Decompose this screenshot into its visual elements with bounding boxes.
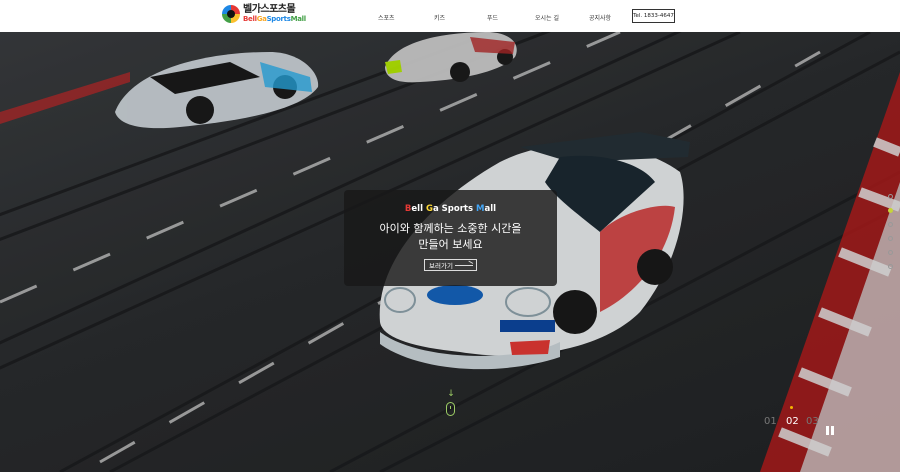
hero-slider: Bell Ga Sports Mall 아이와 함께하는 소중한 시간을 만들어…	[0, 32, 900, 472]
slide-number-3[interactable]: 03	[806, 416, 819, 427]
scroll-down-indicator[interactable]: ↓	[446, 390, 456, 416]
logo-emblem-icon	[222, 5, 240, 23]
nav-item-directions[interactable]: 오시는 길	[535, 13, 559, 22]
pause-icon	[826, 426, 829, 435]
logo-english-name: BellGaSportsMall	[243, 15, 306, 23]
section-dot-active[interactable]	[888, 208, 893, 213]
slide-number-2[interactable]: 02	[786, 416, 799, 427]
hero-caption-card: Bell Ga Sports Mall 아이와 함께하는 소중한 시간을 만들어…	[344, 190, 557, 286]
section-dot[interactable]	[888, 194, 893, 199]
hero-title: 아이와 함께하는 소중한 시간을 만들어 보세요	[344, 221, 557, 253]
hero-title-line-1: 아이와 함께하는 소중한 시간을	[379, 222, 522, 235]
tel-button[interactable]: Tel. 1833-4647	[632, 9, 675, 23]
nav-item-notice[interactable]: 공지사항	[589, 13, 611, 22]
site-header: 벨가스포츠몰 BellGaSportsMall 스포츠 키즈 푸드 오시는 길 …	[0, 0, 900, 32]
view-more-button[interactable]: 보러가기	[424, 259, 477, 271]
long-arrow-right-icon	[455, 265, 473, 266]
section-dot[interactable]	[888, 250, 893, 255]
arrow-down-icon: ↓	[447, 389, 455, 399]
nav-item-food[interactable]: 푸드	[487, 13, 498, 22]
pause-button[interactable]	[826, 426, 835, 435]
hero-brand-name: Bell Ga Sports Mall	[404, 204, 497, 214]
section-indicator	[888, 194, 893, 278]
view-more-label: 보러가기	[429, 262, 453, 270]
hero-title-line-2: 만들어 보세요	[418, 238, 483, 251]
mouse-scroll-icon	[446, 402, 455, 416]
active-slide-marker	[790, 406, 793, 409]
logo-korean-name: 벨가스포츠몰	[243, 4, 296, 15]
slide-number-1[interactable]: 01	[764, 416, 777, 427]
logo-text: 벨가스포츠몰 BellGaSportsMall	[243, 5, 306, 23]
nav-item-kids[interactable]: 키즈	[434, 13, 445, 22]
site-logo[interactable]: 벨가스포츠몰 BellGaSportsMall	[222, 5, 306, 23]
section-dot[interactable]	[888, 264, 893, 269]
section-dot[interactable]	[888, 222, 893, 227]
section-dot[interactable]	[888, 236, 893, 241]
nav-item-sports[interactable]: 스포츠	[378, 13, 395, 22]
